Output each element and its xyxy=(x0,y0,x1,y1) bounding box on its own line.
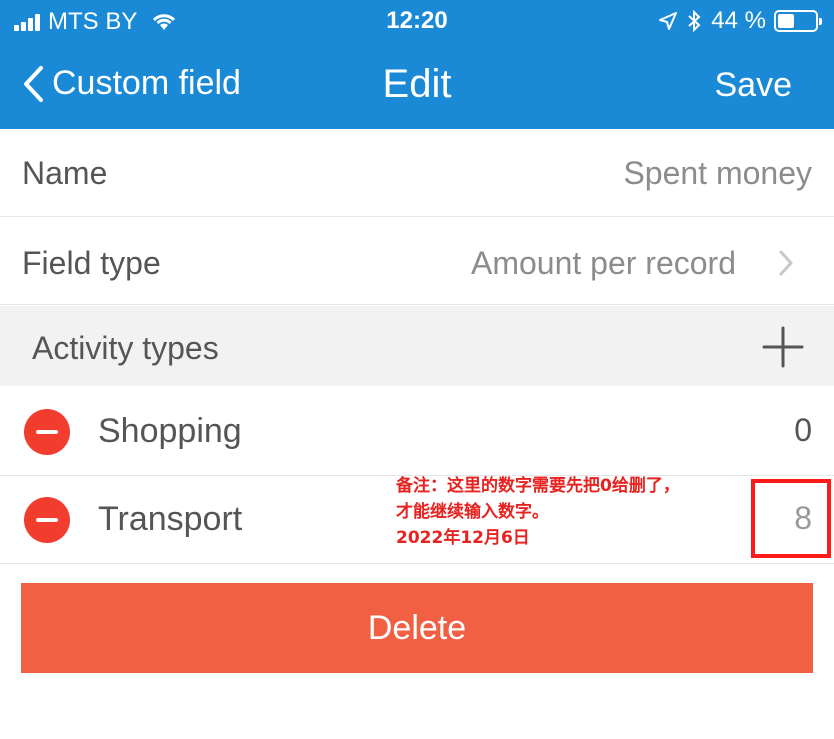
battery-percent: 44 % xyxy=(711,7,766,34)
field-type-value: Amount per record xyxy=(470,245,736,281)
annotation-line: 才能继续输入数字。 xyxy=(396,502,549,522)
status-bar: MTS BY 12:20 44 % xyxy=(0,0,834,44)
name-row[interactable]: Name Spent money xyxy=(0,131,834,217)
annotation-note: 备注：这里的数字需要先把0给删了， 才能继续输入数字。 2022年12月6日 xyxy=(396,473,680,551)
annotation-line: 2022年12月6日 xyxy=(396,528,530,548)
app-header: MTS BY 12:20 44 % Custom field Edit Save xyxy=(0,0,834,129)
name-label: Name xyxy=(22,155,108,191)
remove-activity-icon[interactable] xyxy=(24,497,70,543)
activity-types-header: Activity types xyxy=(0,306,834,386)
activity-value-input[interactable]: 0 xyxy=(794,412,812,449)
name-field[interactable]: Spent money xyxy=(623,155,812,192)
remove-activity-icon[interactable] xyxy=(24,409,70,455)
delete-button[interactable]: Delete xyxy=(21,583,813,673)
add-activity-button[interactable] xyxy=(762,326,804,368)
chevron-right-icon xyxy=(779,250,793,276)
field-type-label: Field type xyxy=(22,245,161,281)
activity-name: Transport xyxy=(98,500,243,538)
activity-name: Shopping xyxy=(98,412,242,450)
save-button[interactable]: Save xyxy=(715,66,793,105)
bluetooth-icon xyxy=(688,10,701,32)
page-title: Edit xyxy=(382,62,452,106)
list-item: Shopping 0 xyxy=(0,388,834,476)
activity-types-title: Activity types xyxy=(32,330,219,366)
annotation-highlight-box xyxy=(751,479,831,558)
annotation-line: 备注：这里的数字需要先把0给删了， xyxy=(396,476,680,496)
battery-icon xyxy=(774,10,822,32)
navigation-bar: Custom field Edit Save xyxy=(0,50,834,120)
field-type-row[interactable]: Field type Amount per record xyxy=(0,219,834,305)
location-icon xyxy=(659,12,678,30)
